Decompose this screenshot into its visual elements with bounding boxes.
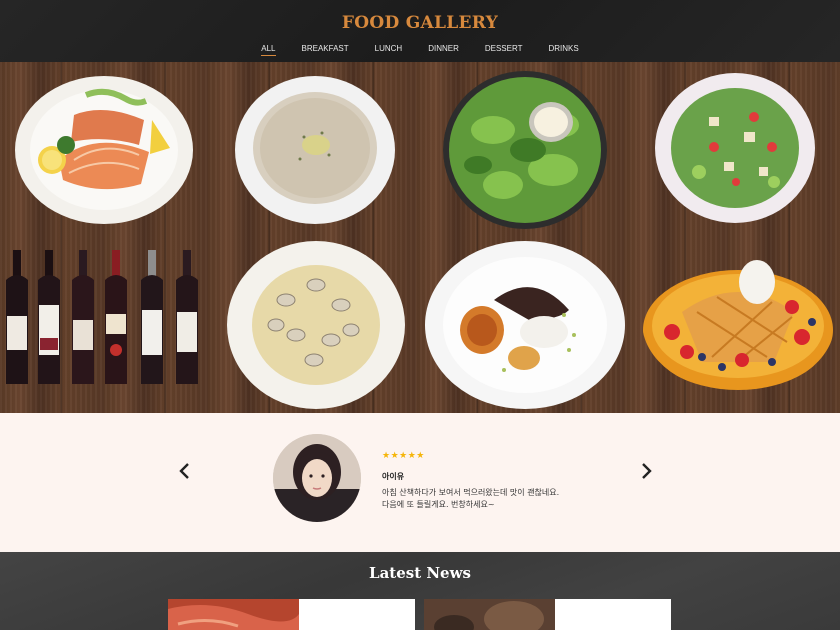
nav-item-dessert[interactable]: DESSERT	[472, 44, 536, 53]
nav-item-drinks[interactable]: DRINKS	[536, 44, 592, 53]
nav-item-dinner[interactable]: DINNER	[415, 44, 472, 53]
site-header: FOOD GALLERY ALL BREAKFAST LUNCH DINNER …	[0, 0, 840, 62]
site-logo[interactable]: FOOD GALLERY	[0, 13, 840, 33]
gallery-filter-nav: ALL BREAKFAST LUNCH DINNER DESSERT DRINK…	[0, 44, 840, 56]
chevron-left-icon[interactable]	[175, 461, 195, 481]
nav-item-all[interactable]: ALL	[248, 44, 288, 56]
reviewer-avatar	[273, 434, 361, 522]
chevron-right-icon[interactable]	[636, 461, 656, 481]
latest-news-section: Latest News	[0, 552, 840, 630]
chopped-salad-image[interactable]	[654, 72, 816, 224]
rating-stars: ★★★★★	[382, 451, 425, 461]
reviewer-name: 아이유	[382, 472, 405, 481]
nav-item-lunch[interactable]: LUNCH	[362, 44, 416, 53]
cream-soup-image[interactable]	[234, 75, 397, 225]
food-gallery	[0, 62, 840, 413]
salmon-plate-image[interactable]	[14, 75, 194, 225]
testimonial-section: ★★★★★ 아이유 아침 산책하다가 보여서 먹으러왔는데 맛이 괜찮네요. 다…	[0, 413, 840, 552]
news-thumbnail-image	[424, 599, 555, 630]
review-line-1: 아침 산책하다가 보여서 먹으러왔는데 맛이 괜찮네요.	[382, 488, 560, 497]
berry-waffle-image[interactable]	[642, 252, 835, 392]
green-salad-image[interactable]	[443, 70, 608, 230]
wine-bottles-image[interactable]	[0, 250, 210, 386]
dessert-plate-image[interactable]	[424, 240, 626, 410]
news-card[interactable]	[168, 599, 415, 630]
news-thumbnail-image	[168, 599, 299, 630]
review-text: 아침 산책하다가 보여서 먹으러왔는데 맛이 괜찮네요. 다음에 또 들릴게요.…	[382, 487, 622, 511]
nav-item-breakfast[interactable]: BREAKFAST	[289, 44, 362, 53]
news-title: Latest News	[369, 564, 471, 582]
clam-pasta-image[interactable]	[226, 240, 406, 410]
review-line-2: 다음에 또 들릴게요. 번창하세요~	[382, 500, 495, 509]
news-card[interactable]	[424, 599, 671, 630]
